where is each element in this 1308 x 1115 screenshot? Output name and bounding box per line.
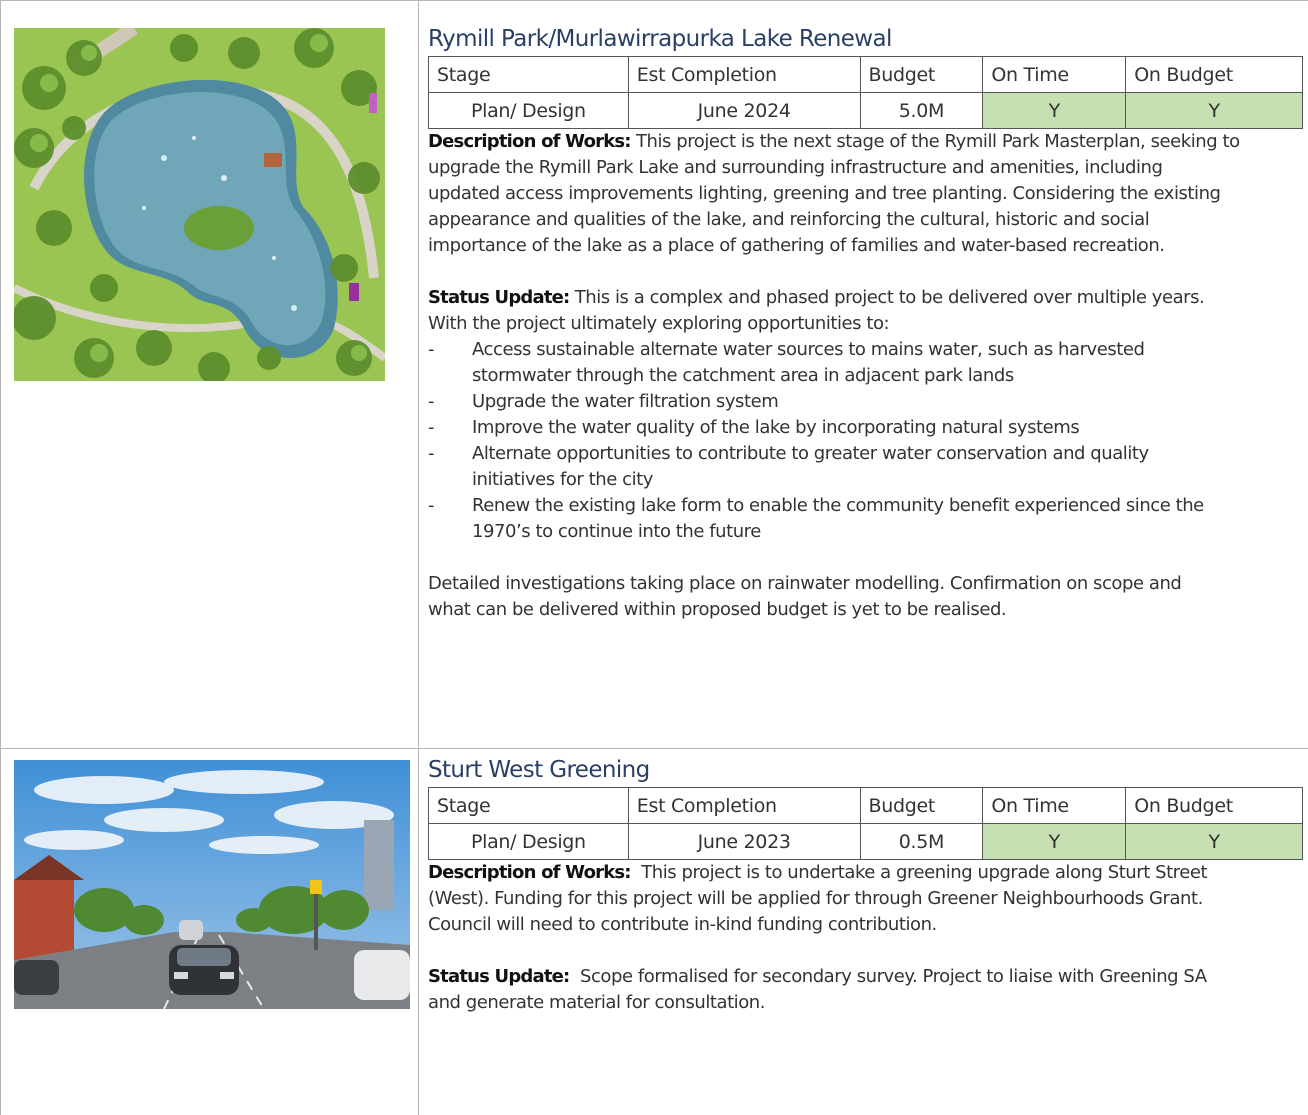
top-border [0,0,1308,1]
header-stage: Stage [428,787,629,824]
status-paragraph: Status Update: This is a complex and pha… [428,285,1303,337]
project-status-table: Stage Est Completion Budget On Time On B… [428,56,1303,129]
project-rymill-park: Rymill Park/Murlawirrapurka Lake Renewal… [428,22,1303,623]
description-line: updated access improvements lighting, gr… [428,183,1221,204]
status-line: With the project ultimately exploring op… [428,313,890,334]
description-line: importance of the lake as a place of gat… [428,235,1165,256]
list-item: - Renew the existing lake form to enable … [428,495,1204,542]
list-item: - Alternate opportunities to contribute t… [428,443,1149,490]
header-budget: Budget [859,787,984,824]
budget-value: 5.0M [859,92,984,129]
description-label: Description of Works: [428,862,632,883]
description-line: This project is to undertake a greening … [630,862,1208,883]
status-line: and generate material for consultation. [428,992,766,1013]
project-report-page: Rymill Park/Murlawirrapurka Lake Renewal… [0,0,1308,1115]
table-header-row: Stage Est Completion Budget On Time On B… [428,787,1303,824]
project-image-sturt-street [14,760,410,1009]
header-on-budget: On Budget [1125,56,1303,93]
project-status-table: Stage Est Completion Budget On Time On B… [428,787,1303,860]
description-paragraph: Description of Works: This project is to… [428,860,1303,938]
status-label: Status Update: [428,287,570,308]
completion-value: June 2024 [627,92,861,129]
closing-paragraph: Detailed investigations taking place on … [428,573,1182,620]
table-row: Plan/ Design June 2023 0.5M Y Y [428,823,1303,860]
on-time-value: Y [982,823,1127,860]
description-line: (West). Funding for this project will be… [428,888,1203,909]
list-item: - Access sustainable alternate water sour… [428,339,1145,386]
completion-value: June 2023 [627,823,861,860]
header-on-time: On Time [982,787,1127,824]
row-divider [0,748,1308,749]
header-est-completion: Est Completion [627,787,861,824]
status-line: This is a complex and phased project to … [569,287,1205,308]
list-item: - Upgrade the water filtration system [428,391,779,412]
project-title: Rymill Park/Murlawirrapurka Lake Renewal [428,26,892,52]
on-budget-value: Y [1125,823,1303,860]
on-budget-value: Y [1125,92,1303,129]
header-est-completion: Est Completion [627,56,861,93]
status-paragraph: Status Update: Scope formalised for seco… [428,964,1303,1016]
budget-value: 0.5M [859,823,984,860]
description-line: appearance and qualities of the lake, an… [428,209,1150,230]
list-item: - Improve the water quality of the lake b… [428,417,1080,438]
description-line: This project is the next stage of the Ry… [630,131,1240,152]
table-header-row: Stage Est Completion Budget On Time On B… [428,56,1303,93]
description-line: upgrade the Rymill Park Lake and surroun… [428,157,1163,178]
project-image-rymill-park-plan [14,28,385,381]
description-label: Description of Works: [428,131,632,152]
left-border [0,0,1,1115]
status-line: Scope formalised for secondary survey. P… [569,966,1207,987]
description-paragraph: Description of Works: This project is th… [428,129,1303,259]
description-line: Council will need to contribute in-kind … [428,914,937,935]
header-stage: Stage [428,56,629,93]
header-on-budget: On Budget [1125,787,1303,824]
column-divider [418,0,419,1115]
stage-value: Plan/ Design [428,92,629,129]
stage-value: Plan/ Design [428,823,629,860]
project-sturt-west-greening: Sturt West Greening Stage Est Completion… [428,753,1303,1016]
project-title: Sturt West Greening [428,757,650,783]
status-label: Status Update: [428,966,570,987]
header-on-time: On Time [982,56,1127,93]
opportunities-list: - Access sustainable alternate water sour… [428,337,1303,545]
table-row: Plan/ Design June 2024 5.0M Y Y [428,92,1303,129]
header-budget: Budget [859,56,984,93]
on-time-value: Y [982,92,1127,129]
